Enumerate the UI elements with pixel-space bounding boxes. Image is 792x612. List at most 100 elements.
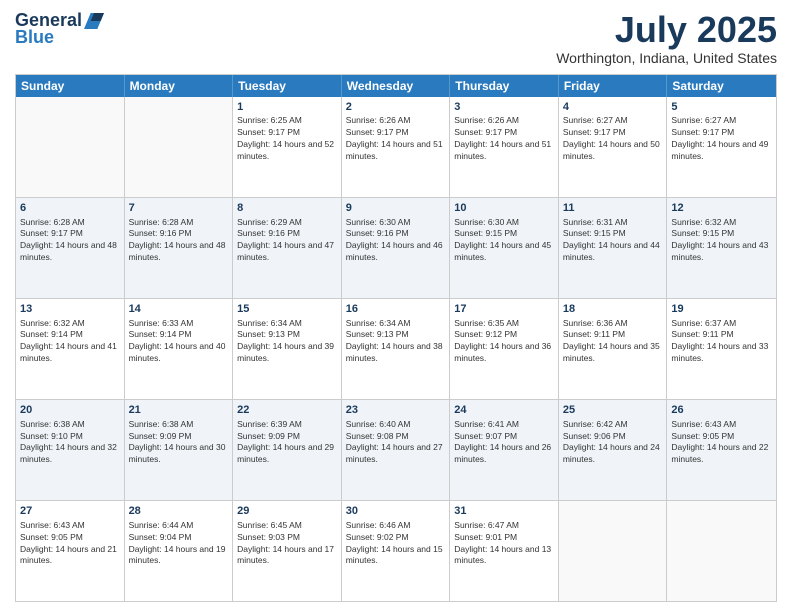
cell-day-number: 1	[237, 100, 337, 115]
cell-info: Sunrise: 6:33 AM Sunset: 9:14 PM Dayligh…	[129, 318, 229, 366]
cell-day-number: 23	[346, 403, 446, 418]
cell-day-number: 13	[20, 302, 120, 317]
cell-info: Sunrise: 6:32 AM Sunset: 9:14 PM Dayligh…	[20, 318, 120, 366]
cal-cell-2-3: 16Sunrise: 6:34 AM Sunset: 9:13 PM Dayli…	[342, 299, 451, 399]
cal-cell-4-1: 28Sunrise: 6:44 AM Sunset: 9:04 PM Dayli…	[125, 501, 234, 601]
cell-day-number: 24	[454, 403, 554, 418]
cell-info: Sunrise: 6:25 AM Sunset: 9:17 PM Dayligh…	[237, 115, 337, 163]
cal-cell-2-6: 19Sunrise: 6:37 AM Sunset: 9:11 PM Dayli…	[667, 299, 776, 399]
cell-day-number: 10	[454, 201, 554, 216]
cell-info: Sunrise: 6:34 AM Sunset: 9:13 PM Dayligh…	[237, 318, 337, 366]
cell-info: Sunrise: 6:39 AM Sunset: 9:09 PM Dayligh…	[237, 419, 337, 467]
header-day-thursday: Thursday	[450, 75, 559, 97]
header-day-saturday: Saturday	[667, 75, 776, 97]
cell-day-number: 16	[346, 302, 446, 317]
cell-info: Sunrise: 6:31 AM Sunset: 9:15 PM Dayligh…	[563, 217, 663, 265]
cal-cell-1-4: 10Sunrise: 6:30 AM Sunset: 9:15 PM Dayli…	[450, 198, 559, 298]
cal-cell-4-4: 31Sunrise: 6:47 AM Sunset: 9:01 PM Dayli…	[450, 501, 559, 601]
cell-info: Sunrise: 6:46 AM Sunset: 9:02 PM Dayligh…	[346, 520, 446, 568]
cell-day-number: 30	[346, 504, 446, 519]
cal-cell-3-4: 24Sunrise: 6:41 AM Sunset: 9:07 PM Dayli…	[450, 400, 559, 500]
cal-cell-1-1: 7Sunrise: 6:28 AM Sunset: 9:16 PM Daylig…	[125, 198, 234, 298]
header-day-wednesday: Wednesday	[342, 75, 451, 97]
cell-day-number: 12	[671, 201, 772, 216]
cell-day-number: 14	[129, 302, 229, 317]
cell-day-number: 5	[671, 100, 772, 115]
cal-cell-0-1	[125, 97, 234, 197]
cell-day-number: 11	[563, 201, 663, 216]
header-day-tuesday: Tuesday	[233, 75, 342, 97]
cell-info: Sunrise: 6:29 AM Sunset: 9:16 PM Dayligh…	[237, 217, 337, 265]
cal-cell-3-5: 25Sunrise: 6:42 AM Sunset: 9:06 PM Dayli…	[559, 400, 668, 500]
logo-icon	[84, 11, 104, 31]
cal-row-3: 20Sunrise: 6:38 AM Sunset: 9:10 PM Dayli…	[16, 399, 776, 500]
cell-day-number: 9	[346, 201, 446, 216]
cal-cell-3-0: 20Sunrise: 6:38 AM Sunset: 9:10 PM Dayli…	[16, 400, 125, 500]
cell-info: Sunrise: 6:43 AM Sunset: 9:05 PM Dayligh…	[671, 419, 772, 467]
cell-day-number: 22	[237, 403, 337, 418]
calendar: SundayMondayTuesdayWednesdayThursdayFrid…	[15, 74, 777, 602]
cell-info: Sunrise: 6:26 AM Sunset: 9:17 PM Dayligh…	[454, 115, 554, 163]
cal-cell-4-0: 27Sunrise: 6:43 AM Sunset: 9:05 PM Dayli…	[16, 501, 125, 601]
cal-row-2: 13Sunrise: 6:32 AM Sunset: 9:14 PM Dayli…	[16, 298, 776, 399]
cal-cell-3-6: 26Sunrise: 6:43 AM Sunset: 9:05 PM Dayli…	[667, 400, 776, 500]
cal-cell-2-0: 13Sunrise: 6:32 AM Sunset: 9:14 PM Dayli…	[16, 299, 125, 399]
cal-cell-4-3: 30Sunrise: 6:46 AM Sunset: 9:02 PM Dayli…	[342, 501, 451, 601]
cell-day-number: 4	[563, 100, 663, 115]
cell-info: Sunrise: 6:38 AM Sunset: 9:10 PM Dayligh…	[20, 419, 120, 467]
cell-info: Sunrise: 6:44 AM Sunset: 9:04 PM Dayligh…	[129, 520, 229, 568]
title-block: July 2025 Worthington, Indiana, United S…	[556, 10, 777, 66]
cal-cell-4-6	[667, 501, 776, 601]
cell-info: Sunrise: 6:30 AM Sunset: 9:16 PM Dayligh…	[346, 217, 446, 265]
cal-row-1: 6Sunrise: 6:28 AM Sunset: 9:17 PM Daylig…	[16, 197, 776, 298]
cal-cell-0-0	[16, 97, 125, 197]
cal-cell-0-6: 5Sunrise: 6:27 AM Sunset: 9:17 PM Daylig…	[667, 97, 776, 197]
cell-info: Sunrise: 6:37 AM Sunset: 9:11 PM Dayligh…	[671, 318, 772, 366]
cell-info: Sunrise: 6:42 AM Sunset: 9:06 PM Dayligh…	[563, 419, 663, 467]
cal-cell-1-2: 8Sunrise: 6:29 AM Sunset: 9:16 PM Daylig…	[233, 198, 342, 298]
cell-day-number: 2	[346, 100, 446, 115]
cell-day-number: 21	[129, 403, 229, 418]
cell-day-number: 28	[129, 504, 229, 519]
cell-info: Sunrise: 6:30 AM Sunset: 9:15 PM Dayligh…	[454, 217, 554, 265]
cal-cell-0-4: 3Sunrise: 6:26 AM Sunset: 9:17 PM Daylig…	[450, 97, 559, 197]
cell-day-number: 20	[20, 403, 120, 418]
header-day-sunday: Sunday	[16, 75, 125, 97]
cell-info: Sunrise: 6:45 AM Sunset: 9:03 PM Dayligh…	[237, 520, 337, 568]
cell-info: Sunrise: 6:47 AM Sunset: 9:01 PM Dayligh…	[454, 520, 554, 568]
cal-cell-0-5: 4Sunrise: 6:27 AM Sunset: 9:17 PM Daylig…	[559, 97, 668, 197]
cell-day-number: 15	[237, 302, 337, 317]
cell-info: Sunrise: 6:35 AM Sunset: 9:12 PM Dayligh…	[454, 318, 554, 366]
calendar-body: 1Sunrise: 6:25 AM Sunset: 9:17 PM Daylig…	[16, 97, 776, 601]
cell-day-number: 27	[20, 504, 120, 519]
cal-cell-1-5: 11Sunrise: 6:31 AM Sunset: 9:15 PM Dayli…	[559, 198, 668, 298]
cell-info: Sunrise: 6:28 AM Sunset: 9:16 PM Dayligh…	[129, 217, 229, 265]
main-title: July 2025	[556, 10, 777, 50]
logo: General Blue	[15, 10, 104, 48]
cell-day-number: 19	[671, 302, 772, 317]
header-day-monday: Monday	[125, 75, 234, 97]
cal-cell-0-3: 2Sunrise: 6:26 AM Sunset: 9:17 PM Daylig…	[342, 97, 451, 197]
cell-info: Sunrise: 6:41 AM Sunset: 9:07 PM Dayligh…	[454, 419, 554, 467]
cell-day-number: 3	[454, 100, 554, 115]
cal-cell-4-5	[559, 501, 668, 601]
cell-info: Sunrise: 6:32 AM Sunset: 9:15 PM Dayligh…	[671, 217, 772, 265]
cell-day-number: 26	[671, 403, 772, 418]
cell-info: Sunrise: 6:26 AM Sunset: 9:17 PM Dayligh…	[346, 115, 446, 163]
cell-info: Sunrise: 6:27 AM Sunset: 9:17 PM Dayligh…	[563, 115, 663, 163]
cell-day-number: 18	[563, 302, 663, 317]
cal-cell-1-3: 9Sunrise: 6:30 AM Sunset: 9:16 PM Daylig…	[342, 198, 451, 298]
cal-cell-4-2: 29Sunrise: 6:45 AM Sunset: 9:03 PM Dayli…	[233, 501, 342, 601]
header-day-friday: Friday	[559, 75, 668, 97]
cell-day-number: 17	[454, 302, 554, 317]
cal-cell-2-4: 17Sunrise: 6:35 AM Sunset: 9:12 PM Dayli…	[450, 299, 559, 399]
cell-day-number: 8	[237, 201, 337, 216]
cal-row-0: 1Sunrise: 6:25 AM Sunset: 9:17 PM Daylig…	[16, 97, 776, 197]
cal-cell-1-0: 6Sunrise: 6:28 AM Sunset: 9:17 PM Daylig…	[16, 198, 125, 298]
cal-cell-0-2: 1Sunrise: 6:25 AM Sunset: 9:17 PM Daylig…	[233, 97, 342, 197]
cell-info: Sunrise: 6:36 AM Sunset: 9:11 PM Dayligh…	[563, 318, 663, 366]
cal-cell-3-3: 23Sunrise: 6:40 AM Sunset: 9:08 PM Dayli…	[342, 400, 451, 500]
cell-day-number: 29	[237, 504, 337, 519]
cell-info: Sunrise: 6:43 AM Sunset: 9:05 PM Dayligh…	[20, 520, 120, 568]
header: General Blue July 2025 Worthington, Indi…	[15, 10, 777, 66]
